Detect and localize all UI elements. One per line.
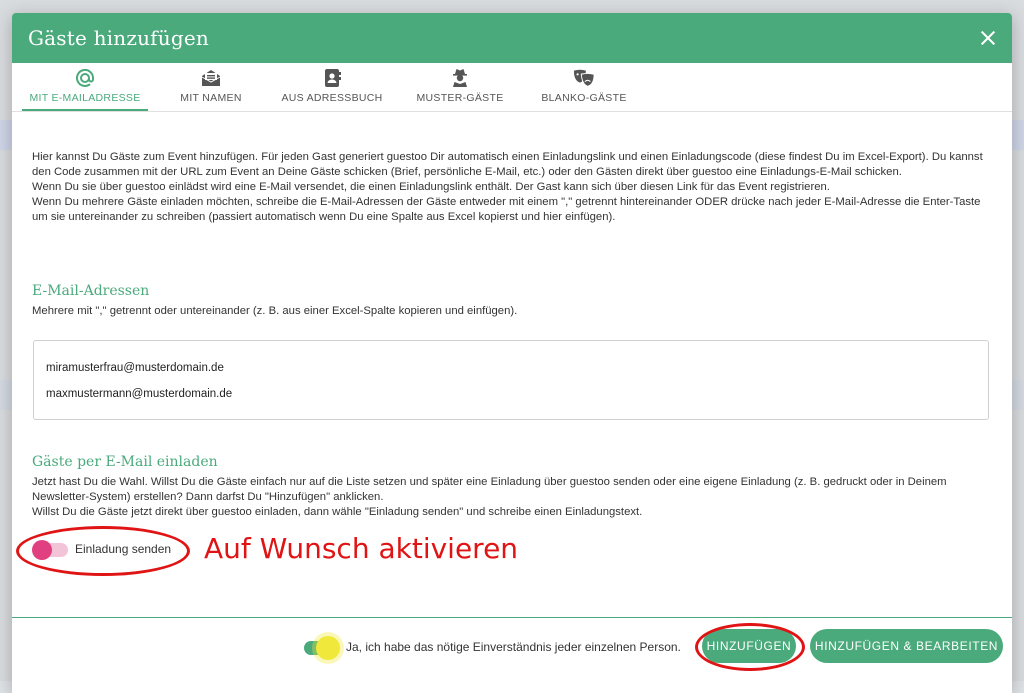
tab-label: AUS ADRESSBUCH <box>281 92 383 104</box>
tab-email[interactable]: MIT E-MAILADRESSE <box>22 63 148 111</box>
intro-paragraph: Hier kannst Du Gäste zum Event hinzufüge… <box>32 151 983 178</box>
address-book-icon <box>321 68 343 88</box>
intro-paragraph: Wenn Du sie über guestoo einlädst wird e… <box>32 181 830 193</box>
user-secret-icon <box>449 68 471 88</box>
email-section-description: Mehrere mit "," getrennt oder untereinan… <box>32 305 518 317</box>
invite-section: Gäste per E-Mail einladen Jetzt hast Du … <box>32 454 992 520</box>
email-section-title: E-Mail-Adressen <box>32 283 150 299</box>
dialog-header: Gäste hinzufügen <box>12 13 1012 63</box>
tab-blank-guests[interactable]: BLANKO-GÄSTE <box>530 63 638 111</box>
dialog-footer: Ja, ich habe das nötige Einverständnis j… <box>12 617 1012 693</box>
theater-masks-icon <box>573 68 595 88</box>
tab-address-book[interactable]: AUS ADRESSBUCH <box>274 63 390 111</box>
mail-open-icon <box>200 68 222 88</box>
invite-section-description: Willst Du die Gäste jetzt direkt über gu… <box>32 506 643 518</box>
tab-label: MUSTER-GÄSTE <box>416 92 504 104</box>
add-and-edit-button[interactable]: HINZUFÜGEN & BEARBEITEN <box>810 629 1003 663</box>
add-guests-dialog: Gäste hinzufügen MIT E-MAILADRESSE MIT N… <box>12 13 1012 693</box>
annotation-circle <box>16 526 190 576</box>
tab-names[interactable]: MIT NAMEN <box>148 63 274 111</box>
annotation-circle <box>695 623 805 671</box>
dialog-title: Gäste hinzufügen <box>28 26 209 50</box>
tab-sample-guests[interactable]: MUSTER-GÄSTE <box>390 63 530 111</box>
consent-label: Ja, ich habe das nötige Einverständnis j… <box>346 640 681 654</box>
add-and-edit-button-label: HINZUFÜGEN & BEARBEITEN <box>814 639 999 653</box>
invite-section-description: Jetzt hast Du die Wahl. Willst Du die Gä… <box>32 476 947 503</box>
tab-label: MIT NAMEN <box>180 92 242 104</box>
intro-text: Hier kannst Du Gäste zum Event hinzufüge… <box>32 150 992 225</box>
invite-section-title: Gäste per E-Mail einladen <box>32 454 218 470</box>
email-address-line: miramusterfrau@musterdomain.de <box>46 362 224 374</box>
toggle-knob <box>316 636 340 660</box>
tab-bar: MIT E-MAILADRESSE MIT NAMEN AUS ADRESSBU… <box>12 63 1012 112</box>
tab-label: BLANKO-GÄSTE <box>541 92 627 104</box>
tab-label: MIT E-MAILADRESSE <box>29 92 141 104</box>
email-section: E-Mail-Adressen Mehrere mit "," getrennt… <box>32 283 992 319</box>
close-icon[interactable] <box>976 26 1000 50</box>
consent-toggle[interactable] <box>304 636 340 660</box>
dialog-content: Hier kannst Du Gäste zum Event hinzufüge… <box>12 150 1012 225</box>
at-icon <box>74 68 96 88</box>
annotation-text: Auf Wunsch aktivieren <box>204 532 519 565</box>
email-address-line: maxmustermann@musterdomain.de <box>46 388 233 400</box>
email-addresses-textarea[interactable]: miramusterfrau@musterdomain.de maxmuster… <box>33 340 989 420</box>
intro-paragraph: Wenn Du mehrere Gäste einladen möchten, … <box>32 196 981 223</box>
